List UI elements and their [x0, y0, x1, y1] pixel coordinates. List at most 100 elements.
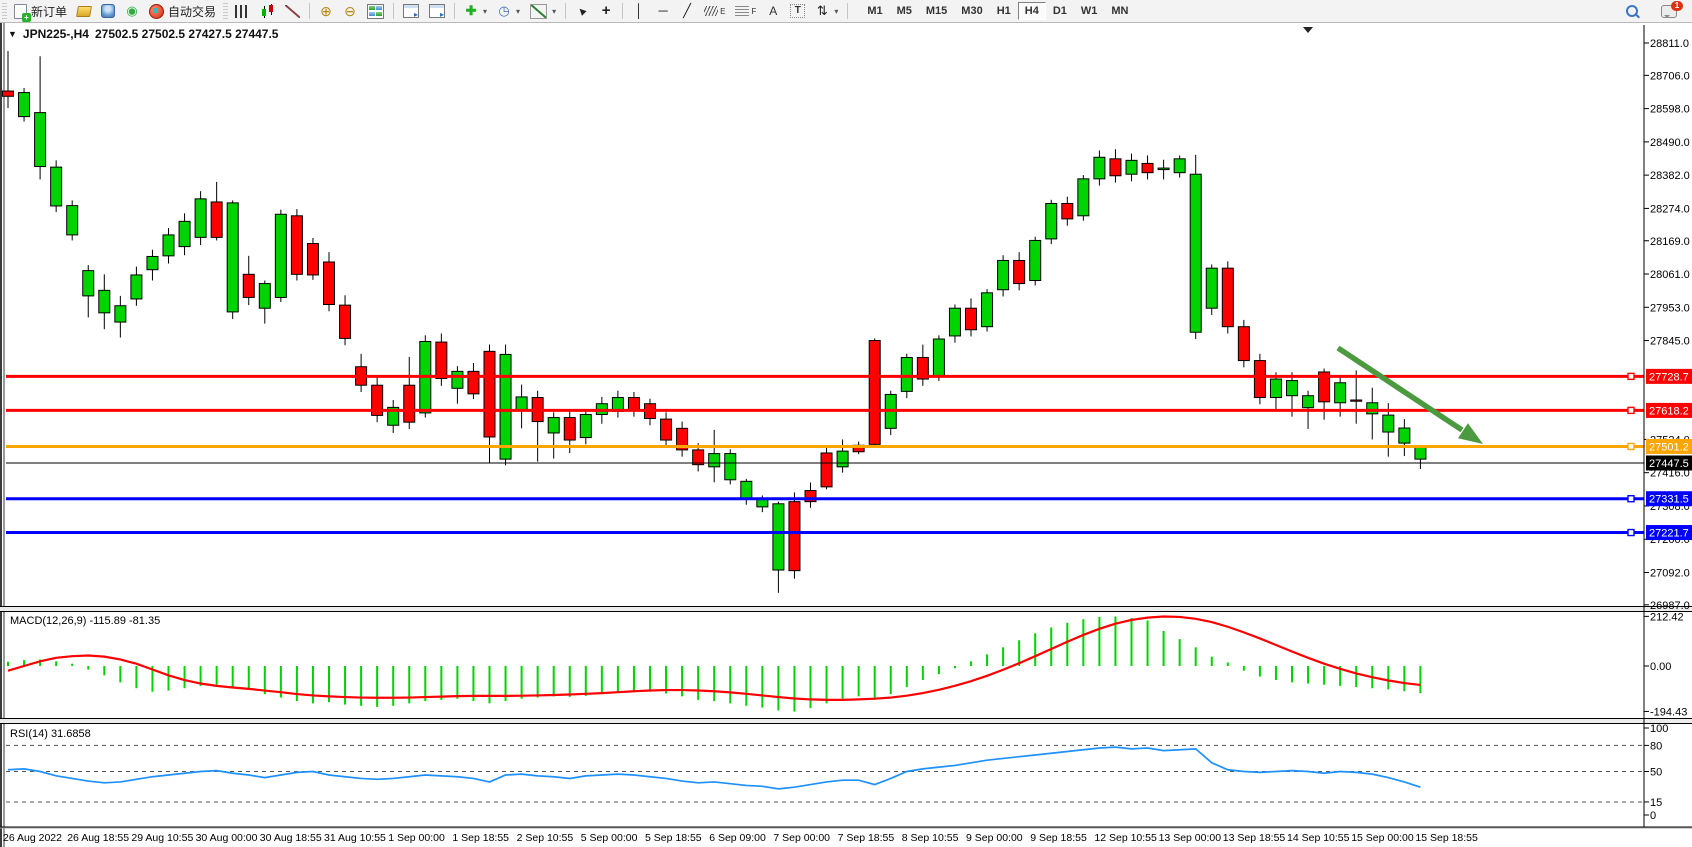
text-label-icon: T: [790, 4, 805, 18]
step-forward-button[interactable]: [424, 1, 450, 21]
time-axis-label: 1 Sep 00:00: [388, 832, 445, 844]
timeframe-button-m5[interactable]: M5: [890, 2, 919, 20]
chart-dropdown-icon[interactable]: ▼: [8, 29, 17, 39]
candle: [1206, 264, 1217, 315]
time-axis-label: 9 Sep 00:00: [966, 832, 1023, 844]
arrows-icon: ⇅: [815, 3, 829, 19]
toolbar-separator: [847, 3, 848, 19]
line-chart-button[interactable]: [280, 1, 305, 21]
toolbar-separator: [309, 3, 310, 19]
time-axis-label: 30 Aug 18:55: [260, 832, 322, 844]
fibonacci-button[interactable]: F: [730, 1, 761, 21]
price-badge-text: 27728.7: [1649, 371, 1689, 383]
new-chart-icon: ✚: [464, 3, 478, 19]
price-badge-text: 27618.2: [1649, 405, 1689, 417]
crosshair-button[interactable]: +: [594, 1, 618, 21]
zoom-out-icon: ⊖: [343, 3, 357, 19]
candle: [869, 338, 880, 446]
new-chart-button[interactable]: ✚▾: [459, 1, 492, 21]
bar-chart-button[interactable]: [230, 1, 255, 21]
time-axis-label: 2 Sep 10:55: [517, 832, 574, 844]
candle: [275, 210, 286, 302]
toolbar-separator: [454, 3, 455, 19]
channel-button[interactable]: E: [699, 1, 730, 21]
macd-tick-label: -194.43: [1650, 706, 1687, 718]
candle: [307, 238, 318, 280]
horizontal-line-button[interactable]: ─: [651, 1, 675, 21]
zoom-in-icon: ⊕: [319, 3, 333, 19]
candle: [19, 88, 30, 122]
time-axis-label: 7 Sep 00:00: [773, 832, 830, 844]
vertical-line-button[interactable]: │: [627, 1, 651, 21]
chart-symbol-label: JPN225-,H4: [23, 27, 89, 41]
notifications-button[interactable]: 1: [1656, 1, 1682, 21]
time-axis-label: 9 Sep 18:55: [1030, 832, 1087, 844]
auto-trading-icon: [149, 4, 164, 19]
rsi-indicator-label: RSI(14) 31.6858: [10, 728, 91, 740]
cursor-button[interactable]: ►: [570, 1, 594, 21]
macd-tick-label: 0.00: [1650, 661, 1671, 673]
time-axis-label: 8 Sep 10:55: [902, 832, 959, 844]
timeframe-button-m30[interactable]: M30: [954, 2, 989, 20]
line-endpoint-marker: [1628, 530, 1634, 536]
rsi-tick-label: 0: [1650, 810, 1656, 822]
timeframe-button-h1[interactable]: H1: [990, 2, 1018, 20]
caret-down-icon: ▾: [483, 7, 487, 16]
main-toolbar: + 新订单 ◉ 自动交易 ⊕ ⊖ ✚▾ ◷▾ ▾ ► + │ ─ ╱ E F A: [0, 0, 1692, 23]
auto-trading-button[interactable]: 自动交易: [144, 1, 221, 21]
candle: [291, 209, 302, 280]
timeframe-button-mn[interactable]: MN: [1104, 2, 1135, 20]
macd-tick-label: 212.42: [1650, 611, 1684, 623]
price-badge-text: 27221.7: [1649, 528, 1689, 540]
timeframe-button-w1[interactable]: W1: [1074, 2, 1105, 20]
candle: [51, 160, 62, 212]
periods-button[interactable]: ◷▾: [492, 1, 525, 21]
arrange-charts-button[interactable]: [398, 1, 424, 21]
trendline-button[interactable]: ╱: [675, 1, 699, 21]
new-order-button[interactable]: + 新订单: [9, 1, 72, 21]
timeframe-group: M1M5M15M30H1H4D1W1MN: [860, 2, 1135, 20]
zoom-out-button[interactable]: ⊖: [338, 1, 362, 21]
candle: [885, 391, 896, 435]
price-chart-canvas: MACD(12,26,9) -115.89 -81.35RSI(14) 31.6…: [0, 22, 1692, 847]
community-button[interactable]: [96, 1, 120, 21]
timeframe-button-m15[interactable]: M15: [919, 2, 954, 20]
line-endpoint-marker: [1628, 443, 1634, 449]
signals-button[interactable]: ◉: [120, 1, 144, 21]
candle: [1046, 200, 1057, 244]
time-axis-label: 14 Sep 10:55: [1287, 832, 1350, 844]
arrange-charts-icon: [403, 4, 419, 18]
price-tick-label: 28490.0: [1650, 137, 1690, 149]
market-button[interactable]: [72, 1, 96, 21]
text-button[interactable]: A: [761, 1, 785, 21]
arrows-button[interactable]: ⇅▾: [810, 1, 843, 21]
candlestick-chart-button[interactable]: [255, 1, 280, 21]
time-axis-label: 7 Sep 18:55: [838, 832, 895, 844]
search-button[interactable]: [1621, 1, 1646, 21]
price-tick-label: 28598.0: [1650, 104, 1690, 116]
candle: [1254, 354, 1265, 405]
toolbar-right-group: 1: [1621, 1, 1692, 21]
timeframe-button-h4[interactable]: H4: [1018, 2, 1046, 20]
chart-title: ▼ JPN225-,H4 27502.5 27502.5 27427.5 274…: [8, 27, 278, 41]
rsi-tick-label: 15: [1650, 797, 1662, 809]
price-tick-label: 28061.0: [1650, 269, 1690, 281]
candle: [1078, 175, 1089, 221]
candle: [982, 289, 993, 332]
time-axis-label: 26 Aug 18:55: [67, 832, 129, 844]
cursor-icon: ►: [571, 0, 592, 21]
timeframe-button-m1[interactable]: M1: [860, 2, 889, 20]
price-tick-label: 26987.0: [1650, 600, 1690, 612]
notification-badge: 1: [1671, 1, 1683, 11]
text-label-button[interactable]: T: [785, 1, 810, 21]
timeframe-button-d1[interactable]: D1: [1046, 2, 1074, 20]
clock-icon: ◷: [497, 3, 511, 19]
time-axis-label: 26 Aug 2022: [3, 832, 62, 844]
candle: [789, 492, 800, 578]
zoom-in-button[interactable]: ⊕: [314, 1, 338, 21]
indicators-button[interactable]: ▾: [525, 1, 561, 21]
line-endpoint-marker: [1628, 496, 1634, 502]
tile-windows-button[interactable]: [362, 1, 389, 21]
rsi-tick-label: 50: [1650, 767, 1662, 779]
rsi-tick-label: 80: [1650, 740, 1662, 752]
